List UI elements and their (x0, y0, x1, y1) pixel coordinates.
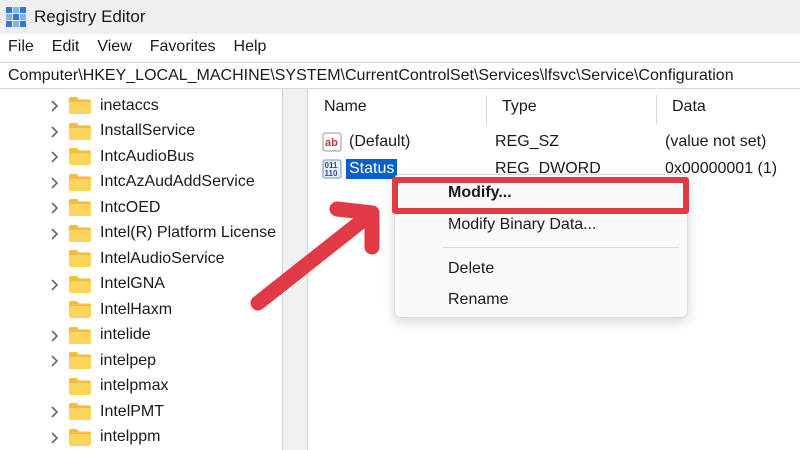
pane-splitter[interactable] (282, 89, 308, 450)
menu-file[interactable]: File (0, 38, 43, 56)
folder-icon (68, 96, 92, 115)
menu-view[interactable]: View (88, 38, 140, 56)
menu-separator (443, 247, 679, 248)
tree-item[interactable]: intelpep (0, 348, 282, 374)
tree-item-label: intelpep (100, 351, 157, 369)
string-value-icon: ab (322, 132, 342, 152)
chevron-right-icon[interactable] (50, 122, 60, 142)
menu-item-rename[interactable]: Rename (448, 291, 508, 309)
folder-icon (68, 402, 92, 421)
title-bar: Registry Editor (0, 0, 800, 34)
tree-item[interactable]: intelppm (0, 425, 282, 450)
folder-icon (68, 351, 92, 370)
key-tree[interactable]: inetaccs InstallService IntcAudioBus IntcAz… (0, 89, 282, 450)
chevron-right-icon[interactable] (50, 198, 60, 218)
tree-item-label: IntcAudioBus (100, 147, 195, 165)
chevron-right-icon[interactable] (50, 275, 60, 295)
menu-item-modify-binary[interactable]: Modify Binary Data... (448, 216, 597, 234)
folder-icon (68, 326, 92, 345)
svg-text:110: 110 (325, 169, 338, 178)
column-header-type[interactable]: Type (486, 89, 656, 125)
tree-item[interactable]: IntcOED (0, 195, 282, 221)
tree-item[interactable]: IntelHaxm (0, 297, 282, 323)
value-name: (Default) (349, 133, 411, 150)
tree-item[interactable]: IntelPMT (0, 399, 282, 425)
chevron-right-icon[interactable] (50, 173, 60, 193)
tree-item-label: intelpmax (100, 377, 169, 395)
tree-item[interactable]: intelpmax (0, 374, 282, 400)
tree-item[interactable]: IntcAzAudAddService (0, 170, 282, 196)
column-header-data[interactable]: Data (656, 89, 800, 125)
value-type: REG_SZ (495, 133, 560, 150)
menu-favorites[interactable]: Favorites (141, 38, 225, 56)
context-menu: Modify... Modify Binary Data... Delete R… (394, 174, 688, 318)
value-name: Status (346, 159, 398, 179)
binary-value-icon: 011 110 (322, 159, 342, 179)
chevron-right-icon[interactable] (50, 326, 60, 346)
folder-icon (68, 275, 92, 294)
chevron-right-icon[interactable] (50, 402, 60, 422)
tree-item-label: InstallService (100, 122, 196, 140)
folder-icon (68, 428, 92, 447)
tree-item-label: IntcOED (100, 198, 161, 216)
tree-item[interactable]: intelide (0, 323, 282, 349)
tree-item[interactable]: IntcAudioBus (0, 144, 282, 170)
window-title: Registry Editor (34, 7, 146, 26)
tree-item-label: intelide (100, 326, 151, 344)
folder-icon (68, 147, 92, 166)
registry-icon (6, 7, 26, 27)
chevron-right-icon[interactable] (50, 224, 60, 244)
chevron-right-icon[interactable] (50, 351, 60, 371)
tree-item-label: intelppm (100, 428, 161, 446)
tree-item-label: IntcAzAudAddService (100, 173, 255, 191)
tree-item[interactable]: inetaccs (0, 93, 282, 119)
menu-bar: File Edit View Favorites Help (0, 34, 800, 60)
value-row-default[interactable]: ab (Default) REG_SZ (value not set) (308, 129, 800, 155)
menu-edit[interactable]: Edit (43, 38, 89, 56)
menu-help[interactable]: Help (225, 38, 276, 56)
folder-icon (68, 122, 92, 141)
menu-item-delete[interactable]: Delete (448, 260, 494, 278)
folder-icon (68, 173, 92, 192)
value-data: (value not set) (665, 133, 767, 150)
tree-item[interactable]: IntelGNA (0, 272, 282, 298)
tree-item[interactable]: InstallService (0, 119, 282, 145)
menu-item-modify[interactable]: Modify... (448, 184, 512, 202)
address-bar[interactable]: Computer\HKEY_LOCAL_MACHINE\SYSTEM\Curre… (0, 62, 800, 89)
tree-item-label: IntelGNA (100, 275, 165, 293)
tree-item-label: IntelAudioService (100, 249, 225, 267)
folder-icon (68, 300, 92, 319)
tree-item-label: IntelHaxm (100, 300, 173, 318)
svg-text:ab: ab (325, 137, 338, 149)
tree-item-label: IntelPMT (100, 402, 165, 420)
tree-item-label: Intel(R) Platform License (100, 224, 277, 242)
tree-item[interactable]: IntelAudioService (0, 246, 282, 272)
folder-icon (68, 198, 92, 217)
folder-icon (68, 224, 92, 243)
folder-icon (68, 249, 92, 268)
folder-icon (68, 377, 92, 396)
tree-item-label: inetaccs (100, 96, 159, 114)
chevron-right-icon[interactable] (50, 428, 60, 448)
column-header-name[interactable]: Name (308, 89, 486, 125)
chevron-right-icon[interactable] (50, 96, 60, 116)
chevron-right-icon[interactable] (50, 147, 60, 167)
tree-item[interactable]: Intel(R) Platform License (0, 221, 282, 247)
